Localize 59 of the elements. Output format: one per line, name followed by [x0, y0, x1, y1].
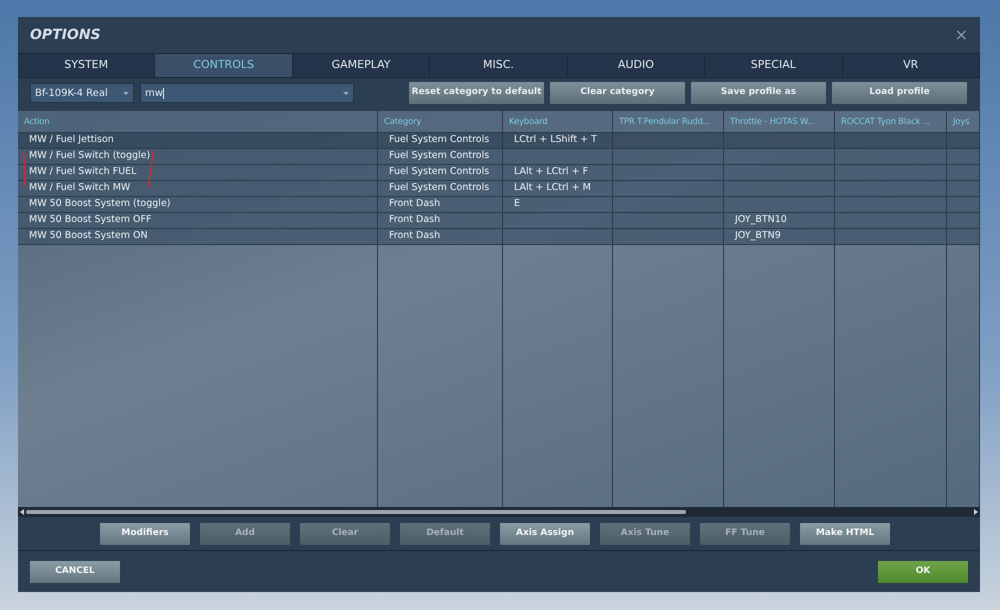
table-cell-text: LCtrl + LShift + T [514, 133, 597, 148]
table-cell-text: LAlt + LCtrl + M [514, 181, 591, 196]
column-header[interactable]: ROCCAT Tyon Black ... [835, 111, 947, 132]
column-header[interactable]: Throttle - HOTAS W... [724, 111, 835, 132]
tab[interactable]: CONTROLS [155, 54, 293, 77]
text-cursor [162, 88, 164, 98]
table-cell-text: E [514, 197, 520, 212]
tab[interactable]: AUDIO [568, 54, 706, 77]
table-row[interactable]: MW 50 Boost System ON Front Dash JOY_BTN9 [18, 229, 980, 245]
table-row[interactable]: MW / Fuel Switch FUEL Fuel System Controls LAlt + LCtrl + F [18, 165, 980, 181]
table-cell-text: Fuel System Controls [389, 133, 490, 148]
cancel-button[interactable]: CANCEL [30, 560, 120, 582]
table-cell-text: JOY_BTN10 [735, 213, 787, 228]
table-cell-text: MW / Fuel Jettison [29, 133, 114, 148]
column-header[interactable]: TPR T.Pendular Rudd... [613, 111, 724, 132]
column-header[interactable]: Action [18, 111, 378, 132]
table-cell-text: Fuel System Controls [389, 165, 490, 180]
table-cell-text: MW 50 Boost System ON [29, 229, 148, 244]
action-button[interactable]: Axis Assign [500, 522, 590, 544]
table-cell-text: Fuel System Controls [389, 149, 490, 164]
action-button[interactable]: Make HTML [800, 522, 890, 544]
tab[interactable]: VR [842, 54, 980, 77]
caret-icon [343, 92, 349, 94]
toolbar-button[interactable]: Save profile as [691, 82, 826, 104]
caret-icon [123, 92, 129, 94]
ok-button[interactable]: OK [878, 560, 968, 582]
toolbar-button[interactable]: Clear category [550, 82, 685, 104]
table-row[interactable]: MW / Fuel Switch (toggle) Fuel System Controls [18, 149, 980, 165]
aircraft-dropdown[interactable]: Bf-109K-4 Real [30, 83, 134, 103]
table-cell-text: Front Dash [389, 229, 440, 244]
table-cell-text: MW / Fuel Switch MW [29, 181, 130, 196]
column-header[interactable]: Category [378, 111, 503, 132]
tab[interactable]: MISC. [430, 54, 568, 77]
table-row[interactable]: MW / Fuel Switch MW Fuel System Controls LAlt + LCtrl + M [18, 181, 980, 197]
table-cell-text: Front Dash [389, 197, 440, 212]
toolbar-button[interactable]: Load profile [832, 82, 967, 104]
tab[interactable]: SPECIAL [705, 54, 843, 77]
scroll-right-icon[interactable] [974, 509, 978, 515]
tab[interactable]: SYSTEM [18, 54, 156, 77]
close-button[interactable]: × [954, 27, 968, 43]
window-title: OPTIONS [30, 26, 101, 44]
action-button[interactable]: Modifiers [100, 522, 190, 544]
column-header[interactable]: Joys [947, 111, 980, 132]
tab[interactable]: GAMEPLAY [292, 54, 430, 77]
column-header[interactable]: Keyboard [503, 111, 613, 132]
filter-field[interactable]: mw [140, 83, 354, 103]
table-row[interactable]: MW 50 Boost System OFF Front Dash JOY_BTN10 [18, 213, 980, 229]
table-cell-text: MW 50 Boost System OFF [29, 213, 152, 228]
table-cell-text: JOY_BTN9 [735, 229, 781, 244]
table-cell-text: Front Dash [389, 213, 440, 228]
table-cell-text: MW / Fuel Switch (toggle) [29, 149, 150, 164]
table-row[interactable]: MW 50 Boost System (toggle) Front Dash E [18, 197, 980, 213]
table-cell-text: LAlt + LCtrl + F [514, 165, 588, 180]
toolbar-button[interactable]: Reset category to default [409, 82, 544, 104]
table-cell-text: Fuel System Controls [389, 181, 490, 196]
table-cell-text: MW 50 Boost System (toggle) [29, 197, 170, 212]
scrollbar-thumb[interactable] [26, 510, 686, 514]
table-cell-text: MW / Fuel Switch FUEL [29, 165, 136, 180]
table-row[interactable]: MW / Fuel Jettison Fuel System Controls LCtrl + LShift + T [18, 133, 980, 149]
